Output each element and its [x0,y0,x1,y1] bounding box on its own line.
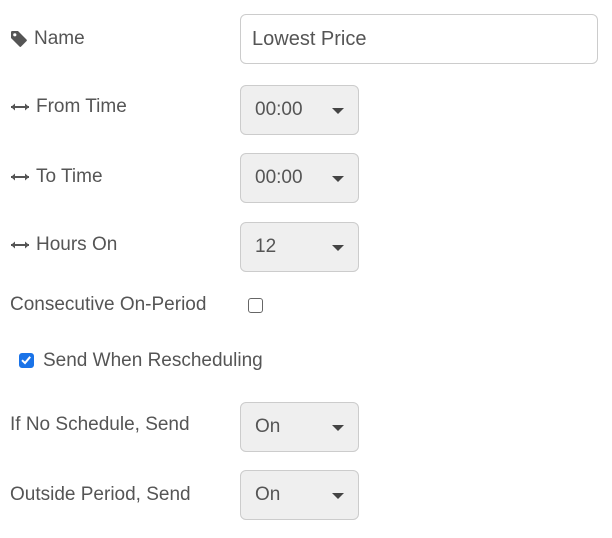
to-time-label-row: To Time [10,165,103,189]
from-time-select[interactable]: 00:00 [240,85,359,135]
outside-period-select[interactable]: On [240,470,359,520]
consecutive-label-row: Consecutive On-Period [10,293,206,317]
if-no-schedule-label-row: If No Schedule, Send [10,413,190,437]
horizontal-arrows-icon [10,239,30,251]
horizontal-arrows-icon [10,171,30,183]
from-time-label: From Time [36,96,127,117]
caret-down-icon [332,176,344,182]
if-no-schedule-select[interactable]: On [240,402,359,452]
caret-down-icon [332,493,344,499]
caret-down-icon [332,108,344,114]
hours-on-label: Hours On [36,234,118,255]
send-when-rescheduling-label: Send When Rescheduling [43,350,263,371]
to-time-value: 00:00 [255,167,303,188]
send-when-rescheduling-checkbox[interactable] [19,353,34,368]
from-time-value: 00:00 [255,99,303,120]
checkmark-icon [21,356,31,365]
tag-icon [10,30,28,48]
hours-on-select[interactable]: 12 [240,222,359,272]
hours-on-value: 12 [255,236,277,257]
consecutive-checkbox[interactable] [248,298,263,313]
name-label-row: Name [10,27,85,51]
from-time-label-row: From Time [10,95,127,119]
to-time-label: To Time [36,166,103,187]
outside-period-value: On [255,484,281,505]
horizontal-arrows-icon [10,101,30,113]
send-when-rescheduling-label-row: Send When Rescheduling [43,349,263,373]
name-label: Name [34,28,85,49]
name-input[interactable] [240,14,598,64]
if-no-schedule-label: If No Schedule, Send [10,414,190,435]
caret-down-icon [332,245,344,251]
if-no-schedule-value: On [255,416,281,437]
outside-period-label-row: Outside Period, Send [10,483,191,507]
to-time-select[interactable]: 00:00 [240,153,359,203]
outside-period-label: Outside Period, Send [10,484,191,505]
consecutive-label: Consecutive On-Period [10,294,207,315]
hours-on-label-row: Hours On [10,233,117,257]
caret-down-icon [332,425,344,431]
